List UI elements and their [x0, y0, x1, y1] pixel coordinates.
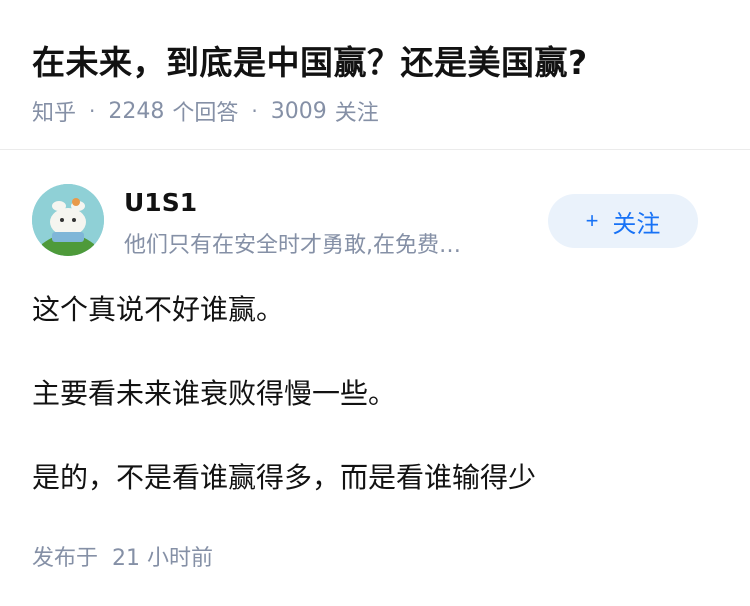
answer-count: 2248	[108, 98, 165, 124]
question-meta: 知乎 · 2248 个回答 · 3009 关注	[32, 95, 379, 127]
follow-label: 关注	[612, 210, 661, 238]
answer-paragraph: 这个真说不好谁赢。	[32, 293, 285, 326]
meta-separator: ·	[89, 99, 96, 123]
post-time: 发布于 21 小时前	[32, 546, 213, 571]
follower-count: 3009	[270, 98, 327, 124]
answer-count-label: 个回答	[172, 101, 239, 126]
plus-icon: +	[585, 208, 599, 233]
author-bio: 他们只有在安全时才勇敢,在免费…	[124, 233, 461, 258]
source-label[interactable]: 知乎	[32, 95, 76, 127]
question-title[interactable]: 在未来，到底是中国赢？还是美国赢?	[32, 36, 588, 84]
avatar[interactable]	[32, 184, 104, 256]
follow-button[interactable]: + 关注	[548, 194, 698, 248]
follower-count-label: 关注	[334, 101, 379, 126]
author-row: U1S1 他们只有在安全时才勇敢,在免费… + 关注	[32, 184, 718, 264]
answer-paragraph: 是的，不是看谁赢得多，而是看谁输得少	[32, 461, 537, 494]
answer-content: 这个真说不好谁赢。 主要看未来谁衰败得慢一些。 是的，不是看谁赢得多，而是看谁输…	[32, 290, 718, 498]
meta-separator: ·	[251, 99, 258, 123]
question-header: 在未来，到底是中国赢？还是美国赢? 知乎 · 2248 个回答 · 3009 关…	[0, 0, 750, 150]
answer-paragraph: 主要看未来谁衰败得慢一些。	[32, 377, 397, 410]
author-name[interactable]: U1S1	[124, 188, 197, 217]
